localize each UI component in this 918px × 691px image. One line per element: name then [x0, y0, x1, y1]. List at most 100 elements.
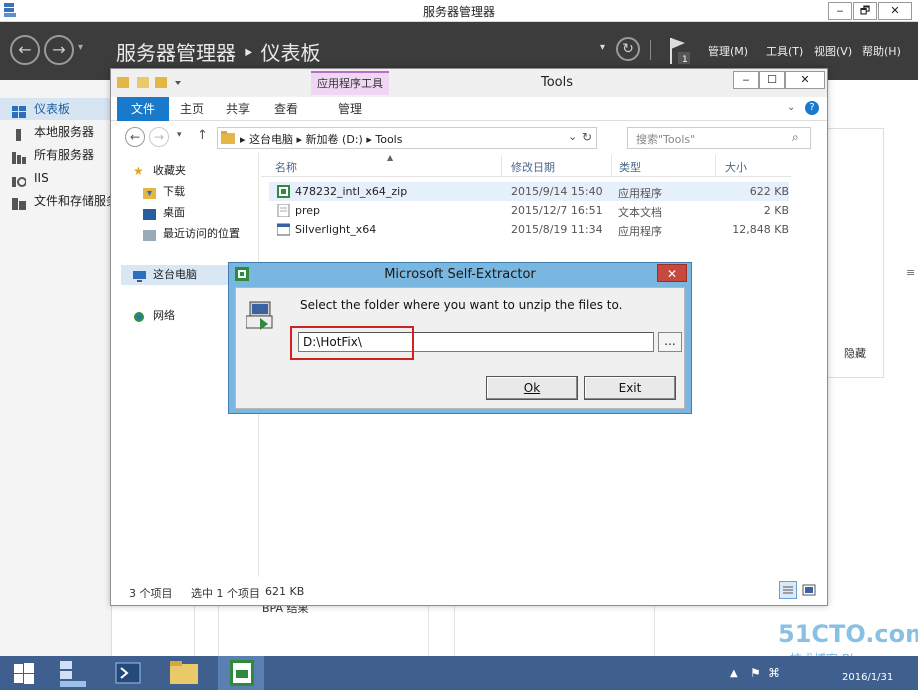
- search-icon[interactable]: ⌕: [792, 130, 799, 145]
- large-icons-view-icon[interactable]: [801, 582, 817, 598]
- help-icon[interactable]: ?: [805, 101, 819, 115]
- quick-access-toolbar[interactable]: [117, 75, 197, 91]
- sidebar-item-file-storage[interactable]: 文件和存储服务: [0, 190, 112, 212]
- refresh-icon[interactable]: ↻: [616, 37, 640, 61]
- menu-manage[interactable]: 管理(M): [708, 43, 748, 59]
- sidebar-item-dashboard[interactable]: 仪表板: [0, 98, 112, 120]
- recent-locations-icon[interactable]: ▾: [177, 130, 182, 140]
- forward-icon[interactable]: →: [149, 127, 169, 147]
- column-separator[interactable]: [611, 155, 612, 177]
- nav-item-network[interactable]: 网络: [133, 306, 175, 326]
- file-date: 2015/12/7 16:51: [511, 204, 603, 217]
- show-hidden-icons[interactable]: ▲: [730, 668, 738, 679]
- breadcrumb-separator-icon: ▸: [366, 133, 376, 146]
- sidebar-item-label: 本地服务器: [34, 125, 95, 139]
- up-arrow-icon[interactable]: ↑: [197, 128, 208, 143]
- clock[interactable]: 2016/1/31: [842, 672, 893, 683]
- start-button[interactable]: [4, 658, 44, 688]
- context-tab-application-tools: 应用程序工具: [311, 71, 389, 95]
- breadcrumb-item-tools[interactable]: Tools: [375, 133, 402, 146]
- network-tray-icon[interactable]: ⌘: [768, 666, 780, 680]
- hide-link[interactable]: 隐藏: [844, 345, 866, 361]
- sidebar-item-iis[interactable]: IIS: [0, 167, 112, 189]
- tab-file[interactable]: 文件: [117, 97, 169, 121]
- forward-icon[interactable]: →: [44, 35, 74, 65]
- search-box[interactable]: 搜索"Tools" ⌕: [627, 127, 811, 149]
- sidebar-item-all-servers[interactable]: 所有服务器: [0, 144, 112, 166]
- column-name[interactable]: 名称: [275, 159, 297, 175]
- tab-home[interactable]: 主页: [171, 97, 213, 121]
- nav-item-this-pc[interactable]: 这台电脑: [133, 265, 197, 285]
- nav-label: 最近访问的位置: [163, 227, 240, 240]
- back-icon[interactable]: ←: [125, 127, 145, 147]
- address-dropdown-icon[interactable]: ⌄: [568, 130, 577, 143]
- nav-label: 下载: [163, 185, 185, 198]
- dashboard-tile: [828, 128, 884, 378]
- address-bar[interactable]: ▸ 这台电脑 ▸ 新加卷 (D:) ▸ Tools ⌄ ↻: [217, 127, 597, 149]
- explorer-close-button[interactable]: ✕: [785, 71, 825, 89]
- close-button[interactable]: ✕: [878, 2, 912, 20]
- status-selected: 选中 1 个项目: [191, 587, 260, 600]
- sidebar-item-local-server[interactable]: 本地服务器: [0, 121, 112, 143]
- nav-item-recent[interactable]: 最近访问的位置: [143, 224, 240, 244]
- self-extractor-dialog: Microsoft Self-Extractor ✕ Select the fo…: [228, 262, 692, 414]
- browse-button[interactable]: ...: [658, 332, 682, 352]
- breadcrumb-separator-icon: ▸: [296, 133, 306, 146]
- tile-border: [428, 606, 429, 656]
- breadcrumb: ▸ 这台电脑 ▸ 新加卷 (D:) ▸ Tools: [240, 131, 402, 147]
- file-row[interactable]: Silverlight_x64 2015/8/19 11:34 应用程序 12,…: [269, 220, 789, 239]
- nav-item-desktop[interactable]: 桌面: [143, 203, 185, 223]
- column-separator[interactable]: [501, 155, 502, 177]
- menu-tools[interactable]: 工具(T): [766, 43, 803, 59]
- menu-view[interactable]: 视图(V): [814, 43, 852, 59]
- minimize-button[interactable]: ‒: [828, 2, 852, 20]
- dropdown-icon[interactable]: ▾: [600, 42, 605, 53]
- tab-manage[interactable]: 管理: [327, 97, 373, 121]
- desktop-icon: [143, 207, 156, 220]
- file-row[interactable]: 478232_intl_x64_zip 2015/9/14 15:40 应用程序…: [269, 182, 789, 201]
- dialog-titlebar: Microsoft Self-Extractor ✕: [229, 263, 691, 287]
- file-type: 应用程序: [618, 187, 662, 200]
- menu-help[interactable]: 帮助(H): [862, 43, 901, 59]
- column-type[interactable]: 类型: [619, 159, 641, 175]
- dialog-close-button[interactable]: ✕: [657, 264, 687, 282]
- action-center-flag-icon[interactable]: ⚑: [750, 666, 761, 680]
- column-separator[interactable]: [715, 155, 716, 177]
- column-date[interactable]: 修改日期: [511, 159, 555, 175]
- explorer-titlebar: 应用程序工具 Tools ‒ ☐ ✕: [111, 69, 827, 97]
- breadcrumb-item-drive-d[interactable]: 新加卷 (D:): [306, 133, 363, 146]
- explorer-maximize-button[interactable]: ☐: [759, 71, 785, 89]
- taskbar-zip-extractor-icon[interactable]: [222, 658, 262, 688]
- taskbar: ▲ ⚑ ⌘ 2016/1/31: [0, 656, 918, 690]
- page-title: 服务器管理器 ‣ 仪表板: [116, 41, 321, 65]
- nav-item-downloads[interactable]: 下载: [143, 182, 185, 202]
- restore-button[interactable]: 🗗: [853, 2, 877, 20]
- nav-item-favorites[interactable]: ★ 收藏夹: [133, 161, 186, 181]
- file-row[interactable]: prep 2015/12/7 16:51 文本文档 2 KB: [269, 201, 789, 220]
- exit-button[interactable]: Exit: [584, 376, 676, 400]
- sidebar-item-label: 仪表板: [34, 102, 71, 116]
- ok-button[interactable]: Ok: [486, 376, 578, 400]
- tab-share[interactable]: 共享: [217, 97, 259, 121]
- column-size[interactable]: 大小: [725, 159, 747, 175]
- tab-view[interactable]: 查看: [265, 97, 307, 121]
- tile-border: [218, 606, 219, 656]
- taskbar-explorer-icon[interactable]: [164, 658, 204, 688]
- file-date: 2015/9/14 15:40: [511, 185, 603, 198]
- server-manager-titlebar: 服务器管理器 ‒ 🗗 ✕: [0, 0, 918, 22]
- history-dropdown-icon[interactable]: ▾: [78, 42, 83, 53]
- ribbon-expand-icon[interactable]: ⌄: [787, 102, 795, 113]
- ribbon-tabs: 文件 主页 共享 查看 管理 ⌄ ?: [111, 97, 827, 121]
- scrollbar-grip[interactable]: ≡: [906, 266, 915, 279]
- back-icon[interactable]: ←: [10, 35, 40, 65]
- folder-icon: [221, 131, 235, 144]
- taskbar-server-manager-icon[interactable]: [52, 658, 92, 688]
- server-manager-sidebar: 仪表板 本地服务器 所有服务器 IIS 文件和存储服务: [0, 80, 112, 656]
- taskbar-powershell-icon[interactable]: [108, 658, 148, 688]
- nav-label: 这台电脑: [153, 268, 197, 281]
- breadcrumb-item-this-pc[interactable]: 这台电脑: [249, 133, 293, 146]
- details-view-icon[interactable]: [779, 581, 797, 599]
- star-icon: ★: [133, 164, 144, 178]
- refresh-icon[interactable]: ↻: [582, 130, 592, 144]
- explorer-minimize-button[interactable]: ‒: [733, 71, 759, 89]
